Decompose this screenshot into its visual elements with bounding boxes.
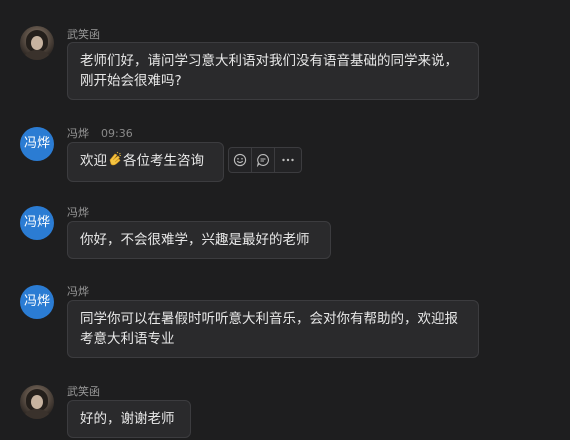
sender-name: 冯烨 [67, 206, 89, 219]
user-avatar[interactable] [20, 385, 54, 419]
avatar-initials: 冯烨 [23, 294, 50, 309]
sender-name: 冯烨 [67, 285, 89, 298]
message-meta: 武笑函 [67, 26, 100, 42]
message-actions [228, 147, 302, 173]
react-button[interactable] [229, 148, 252, 172]
sender-name: 冯烨 [67, 127, 89, 140]
message-text: 老师们好，请问学习意大利语对我们没有语音基础的同学来说，刚开始会很难吗? [80, 53, 458, 89]
sender-name: 武笑函 [67, 385, 100, 398]
avatar-initials: 冯烨 [23, 136, 50, 151]
message-text: 各位考生咨询 [123, 153, 204, 169]
message-meta: 武笑函 [67, 383, 100, 399]
clapping-hands-icon [107, 151, 123, 173]
message-bubble[interactable]: 好的，谢谢老师 [67, 400, 191, 438]
message-text: 欢迎 [80, 153, 107, 169]
sender-name: 武笑函 [67, 28, 100, 41]
avatar-initials: 冯烨 [23, 215, 50, 230]
user-avatar[interactable]: 冯烨 [20, 127, 54, 161]
message-time: 09:36 [101, 127, 133, 140]
user-avatar[interactable]: 冯烨 [20, 206, 54, 240]
avatar-body [24, 409, 50, 419]
message-text: 同学你可以在暑假时听听意大利音乐，会对你有帮助的，欢迎报考意大利语专业 [80, 311, 458, 347]
more-button[interactable] [275, 148, 301, 172]
emoji-smile-icon [233, 153, 247, 167]
message-bubble[interactable]: 欢迎 各位考生咨询 [67, 142, 224, 182]
reply-button[interactable] [252, 148, 275, 172]
message-meta: 冯烨 09:36 [67, 125, 133, 141]
message-meta: 冯烨 [67, 204, 89, 220]
reply-bubble-icon [256, 154, 269, 167]
message-bubble[interactable]: 同学你可以在暑假时听听意大利音乐，会对你有帮助的，欢迎报考意大利语专业 [67, 300, 479, 358]
user-avatar[interactable] [20, 26, 54, 60]
message-meta: 冯烨 [67, 283, 89, 299]
avatar-body [24, 50, 50, 60]
message-text: 好的，谢谢老师 [80, 411, 175, 427]
more-options-icon [282, 158, 294, 162]
message-bubble[interactable]: 你好，不会很难学，兴趣是最好的老师 [67, 221, 331, 259]
avatar-face [31, 36, 43, 50]
avatar-face [31, 395, 43, 409]
user-avatar[interactable]: 冯烨 [20, 285, 54, 319]
message-text: 你好，不会很难学，兴趣是最好的老师 [80, 232, 310, 248]
message-bubble[interactable]: 老师们好，请问学习意大利语对我们没有语音基础的同学来说，刚开始会很难吗? [67, 42, 479, 100]
